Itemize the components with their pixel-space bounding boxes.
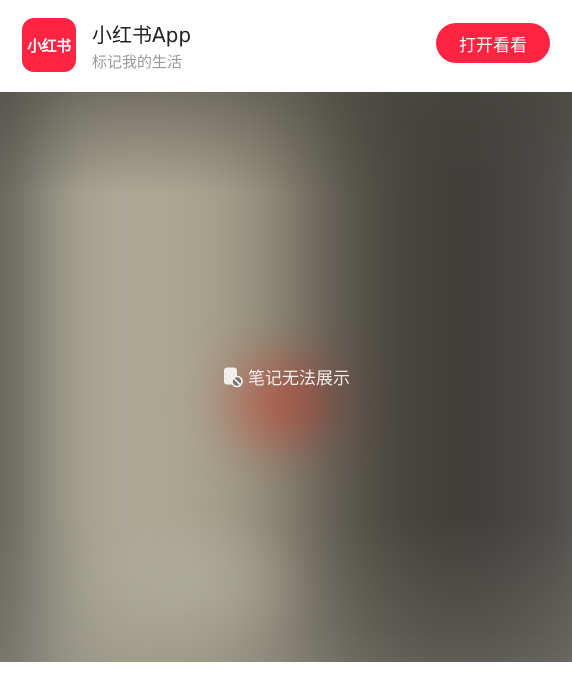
open-app-button[interactable]: 打开看看 bbox=[436, 23, 550, 63]
app-name: 小红书App bbox=[92, 23, 192, 47]
page: 小红书 小红书App 标记我的生活 打开看看 笔记无法展示 bbox=[0, 0, 572, 680]
note-unavailable-icon bbox=[222, 366, 244, 388]
note-media: 笔记无法展示 bbox=[0, 92, 572, 662]
unavailable-text: 笔记无法展示 bbox=[248, 369, 350, 389]
app-logo-text: 小红书 bbox=[27, 36, 71, 55]
bottom-spacer bbox=[0, 662, 572, 680]
app-download-banner: 小红书 小红书App 标记我的生活 打开看看 bbox=[0, 0, 572, 90]
app-logo[interactable]: 小红书 bbox=[22, 18, 76, 72]
app-slogan: 标记我的生活 bbox=[92, 53, 183, 71]
unavailable-notice: 笔记无法展示 bbox=[0, 364, 572, 389]
